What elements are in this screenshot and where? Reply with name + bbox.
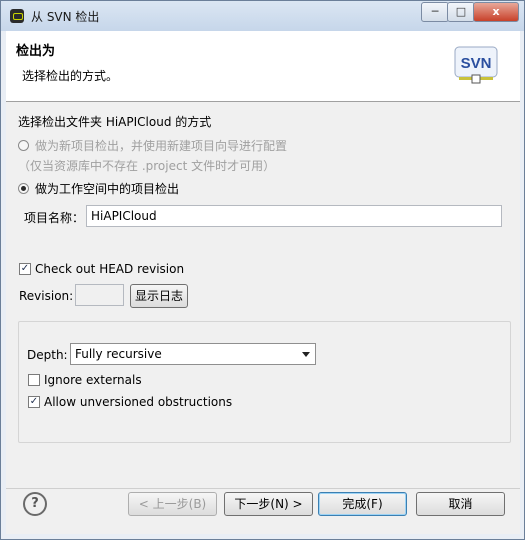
- next-button[interactable]: 下一步(N) >: [224, 492, 313, 516]
- checkout-head-checkbox[interactable]: ✓: [19, 263, 31, 275]
- minimize-button[interactable]: ─: [421, 2, 449, 22]
- footer-separator: [6, 488, 520, 489]
- ignore-externals-row[interactable]: Ignore externals: [28, 373, 142, 387]
- project-name-input[interactable]: HiAPICloud: [86, 205, 502, 227]
- chevron-down-icon: [302, 352, 310, 357]
- window-title: 从 SVN 检出: [31, 10, 100, 24]
- svn-logo-icon: SVN: [454, 46, 498, 84]
- maximize-button[interactable]: □: [447, 2, 475, 22]
- checkout-head-label: Check out HEAD revision: [35, 262, 185, 276]
- dialog-body: 检出为 选择检出的方式。 SVN 选择检出文件夹 HiAPICloud 的方式 …: [6, 31, 520, 534]
- back-button[interactable]: < 上一步(B): [128, 492, 217, 516]
- depth-select-value: Fully recursive: [75, 347, 162, 361]
- cancel-button[interactable]: 取消: [416, 492, 505, 516]
- ignore-externals-label: Ignore externals: [44, 373, 142, 387]
- radio-new-project[interactable]: [18, 140, 29, 151]
- project-name-label: 项目名称：: [24, 211, 85, 225]
- help-icon[interactable]: ?: [23, 492, 47, 516]
- allow-unversioned-label: Allow unversioned obstructions: [44, 395, 233, 409]
- ignore-externals-checkbox[interactable]: [28, 374, 40, 386]
- checkout-method-title: 选择检出文件夹 HiAPICloud 的方式: [18, 115, 212, 129]
- option-workspace[interactable]: 做为工作空间中的项目检出: [18, 180, 179, 197]
- options-group: Depth: Fully recursive Ignore externals …: [18, 321, 511, 443]
- finish-button[interactable]: 完成(F): [318, 492, 407, 516]
- option-workspace-label: 做为工作空间中的项目检出: [35, 182, 180, 196]
- svn-logo-text: SVN: [461, 55, 492, 72]
- option-new-project-hint: （仅当资源库中不存在 .project 文件时才可用）: [18, 159, 276, 173]
- allow-unversioned-checkbox[interactable]: ✓: [28, 396, 40, 408]
- banner: 检出为 选择检出的方式。 SVN: [6, 31, 520, 102]
- radio-workspace[interactable]: [18, 183, 29, 194]
- title-bar[interactable]: 从 SVN 检出 ─ □ x: [1, 1, 524, 31]
- checkout-head-row[interactable]: ✓ Check out HEAD revision: [19, 262, 184, 276]
- depth-label: Depth:: [27, 348, 68, 362]
- revision-label: Revision:: [19, 289, 74, 303]
- allow-unversioned-row[interactable]: ✓ Allow unversioned obstructions: [28, 395, 232, 409]
- option-new-project-label: 做为新项目检出，并使用新建项目向导进行配置: [35, 139, 288, 153]
- depth-select[interactable]: Fully recursive: [70, 343, 316, 365]
- svn-app-icon: [10, 9, 24, 23]
- show-log-button[interactable]: 显示日志: [130, 284, 188, 308]
- revision-input[interactable]: [75, 284, 124, 306]
- banner-title: 检出为: [16, 44, 56, 59]
- checkout-dialog-window: 从 SVN 检出 ─ □ x 检出为 选择检出的方式。 SVN 选择检出文件夹 …: [0, 0, 525, 540]
- option-new-project[interactable]: 做为新项目检出，并使用新建项目向导进行配置: [18, 137, 287, 154]
- banner-message: 选择检出的方式。: [22, 69, 119, 83]
- close-button[interactable]: x: [473, 2, 519, 22]
